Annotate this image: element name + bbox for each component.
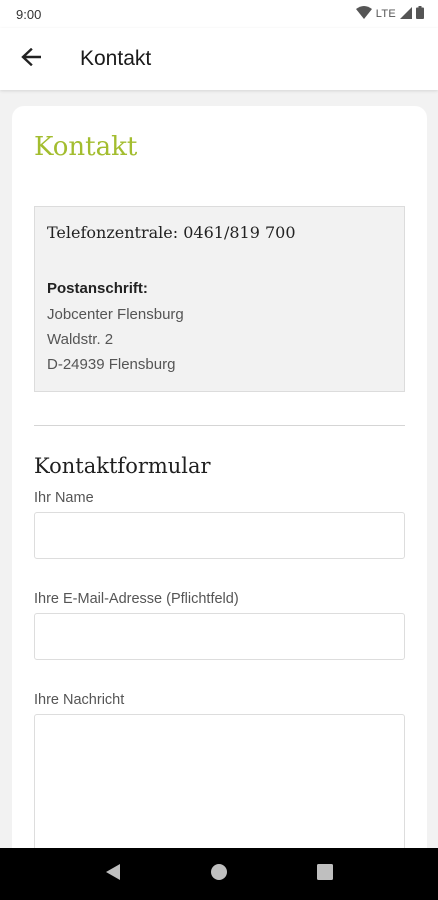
divider [34,425,405,426]
nav-home-button[interactable] [195,850,243,898]
triangle-back-icon [105,863,121,886]
nav-recents-button[interactable] [301,850,349,898]
form-title: Kontaktformular [34,454,211,478]
phone-number[interactable]: Telefonzentrale: 0461/819 700 [47,223,392,242]
wifi-icon [355,6,372,22]
name-input[interactable] [34,512,405,559]
system-nav-bar [0,848,438,900]
page-title: Kontakt [34,132,138,162]
app-bar-title: Kontakt [80,47,152,70]
address-line-street: Waldstr. 2 [47,331,114,348]
address-line-org: Jobcenter Flensburg [47,306,184,323]
app-bar: Kontakt [0,28,438,90]
status-icons: LTE [355,6,424,22]
email-input[interactable] [34,613,405,660]
address-heading: Postanschrift: [47,280,148,297]
square-recents-icon [317,863,333,885]
contact-info-box: Telefonzentrale: 0461/819 700 Postanschr… [34,206,405,392]
status-bar: 9:00 LTE [0,0,438,28]
content-card: Kontakt Telefonzentrale: 0461/819 700 Po… [12,106,427,866]
message-textarea[interactable] [34,714,405,866]
name-label: Ihr Name [34,490,94,506]
email-label: Ihre E-Mail-Adresse (Pflichtfeld) [34,591,239,607]
circle-home-icon [210,863,228,886]
arrow-left-icon [21,47,42,71]
signal-icon [400,6,412,22]
address-line-city: D-24939 Flensburg [47,356,176,373]
nav-back-button[interactable] [89,850,137,898]
message-label: Ihre Nachricht [34,692,125,708]
battery-icon [416,6,424,22]
back-button[interactable] [0,28,62,90]
status-time: 9:00 [16,6,42,22]
network-type: LTE [375,8,396,20]
